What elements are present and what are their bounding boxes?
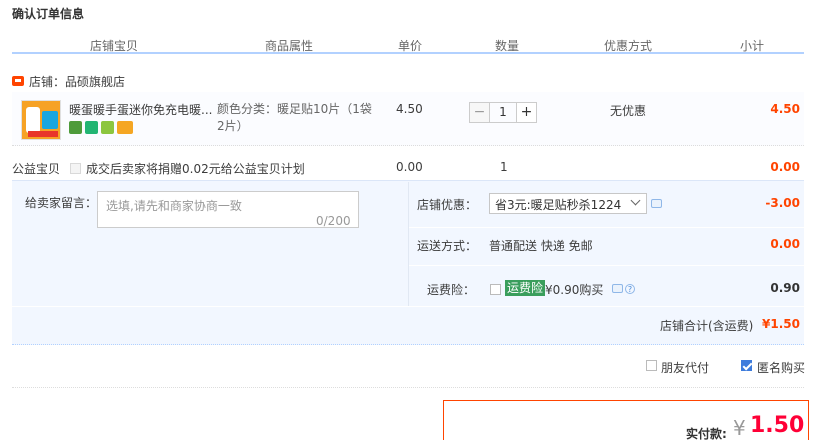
quantity-stepper: − 1 + — [469, 102, 537, 123]
shop-total-value: ¥1.50 — [762, 317, 800, 331]
shop-discount-label: 店铺优惠： — [417, 198, 478, 212]
help-icon[interactable]: ? — [625, 284, 635, 294]
row-divider — [409, 227, 804, 228]
memo-label: 给卖家留言： — [25, 196, 98, 210]
seven-day-return-icon[interactable] — [85, 121, 98, 134]
product-name-link[interactable]: 暖蛋暖手蛋迷你免充电暖... — [69, 101, 214, 118]
insurance-value: 0.90 — [770, 281, 800, 295]
memo-placeholder: 选填,请先和商家协商一致 — [106, 199, 242, 213]
quantity-minus-button[interactable]: − — [469, 102, 490, 123]
friend-pay-checkbox[interactable] — [646, 360, 657, 371]
page-title: 确认订单信息 — [12, 7, 85, 21]
payment-amount: 1.50 — [750, 413, 805, 438]
friend-pay-label[interactable]: 朋友代付 — [661, 359, 709, 376]
insurance-tag: 运费险 — [505, 280, 546, 296]
message-icon[interactable] — [651, 199, 662, 208]
shipping-value: 0.00 — [770, 237, 800, 251]
shipping-method: 普通配送 快递 免邮 — [489, 239, 593, 253]
charity-text: 成交后卖家将捐赠0.02元给公益宝贝计划 — [86, 162, 305, 176]
charity-checkbox — [70, 163, 81, 174]
product-thumbnail[interactable] — [21, 100, 61, 140]
insurance-checkbox[interactable] — [490, 284, 501, 295]
quantity-input[interactable]: 1 — [490, 102, 516, 123]
service-badges — [69, 121, 133, 134]
item-subtotal: 4.50 — [770, 102, 800, 116]
charity-label: 公益宝贝 — [12, 162, 61, 176]
guarantee-icon[interactable] — [101, 121, 114, 134]
unit-price: 4.50 — [396, 102, 423, 116]
quantity-plus-button[interactable]: + — [516, 102, 537, 123]
charity-subtotal: 0.00 — [770, 160, 800, 174]
shipping-label: 运送方式： — [417, 239, 478, 253]
shop-discount-selected[interactable]: 省3元:暖足贴秒杀1224 — [495, 196, 621, 213]
anonymous-label[interactable]: 匿名购买 — [757, 359, 805, 376]
payment-currency: ¥ — [733, 416, 746, 440]
shop-name-link[interactable]: 店铺：品硕旗舰店 — [29, 73, 125, 90]
charity-price: 0.00 — [396, 160, 423, 174]
row-divider — [12, 306, 804, 307]
credit-card-icon[interactable] — [117, 121, 133, 134]
panel-divider — [408, 182, 409, 306]
product-sku: 颜色分类：暖足贴10片（1袋2片） — [217, 102, 372, 133]
header-divider — [12, 52, 804, 54]
item-promo: 无优惠 — [610, 104, 647, 118]
tmall-shop-icon — [12, 76, 24, 86]
row-divider — [409, 265, 804, 266]
tmall-badge-icon[interactable] — [69, 121, 82, 134]
charity-quantity: 1 — [500, 160, 508, 174]
memo-counter: 0/200 — [316, 214, 351, 228]
message-icon[interactable] — [612, 284, 623, 293]
anonymous-checkbox[interactable] — [741, 360, 752, 371]
shop-total-label: 店铺合计(含运费) — [660, 319, 754, 333]
section-divider — [12, 387, 804, 388]
shop-discount-value: -3.00 — [765, 196, 800, 210]
insurance-price: ¥0.90购买 — [545, 283, 604, 297]
insurance-label: 运费险： — [427, 283, 476, 297]
payment-label: 实付款: — [686, 427, 727, 440]
